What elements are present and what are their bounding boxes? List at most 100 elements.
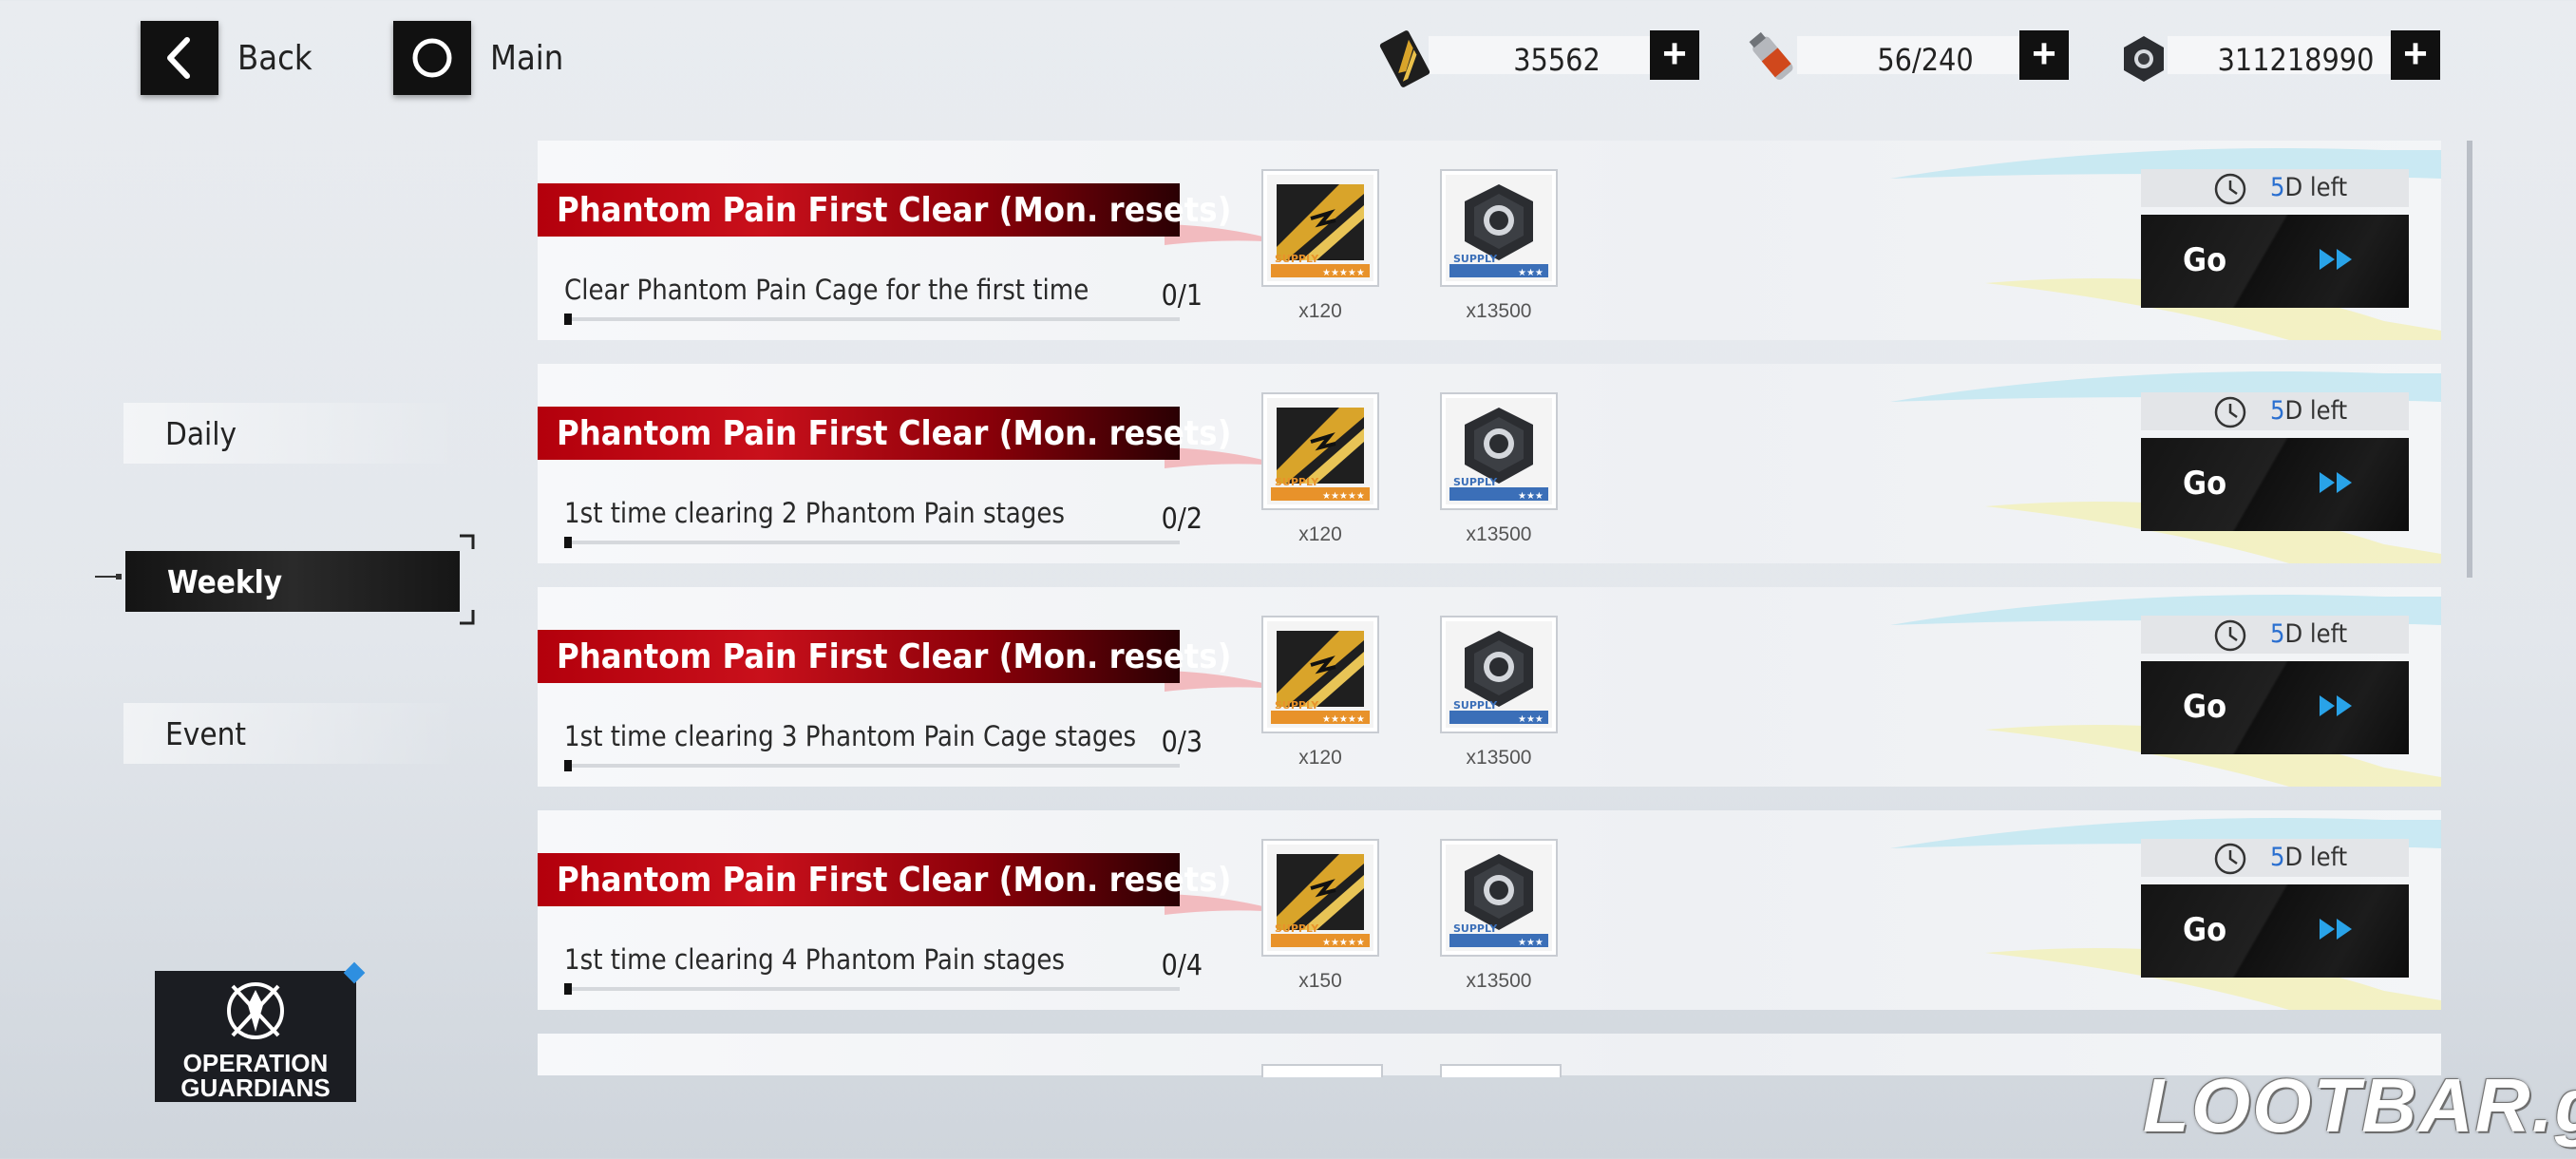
add-supply-button[interactable]: + <box>1650 30 1699 80</box>
timer-days: 5 <box>2270 396 2285 426</box>
back-label: Back <box>237 38 313 78</box>
reward-supply-card[interactable]: SUPPLY ★★★★★ <box>1261 616 1379 733</box>
task-title-bar: Phantom Pain First Clear (Mon. resets) <box>538 853 1231 906</box>
tab-daily[interactable]: Daily <box>123 403 461 464</box>
task-description: 1st time clearing 4 Phantom Pain stages <box>564 943 1065 976</box>
svg-text:SUPPLY: SUPPLY <box>1275 253 1319 265</box>
progress-track <box>564 317 1180 321</box>
reward-supply-card[interactable]: SUPPLY ★★★★★ <box>1261 169 1379 287</box>
progress-fill <box>564 760 572 771</box>
task-card: Phantom Pain First Clear (Mon. resets) 1… <box>538 587 2441 787</box>
svg-text:SUPPLY: SUPPLY <box>1275 476 1319 488</box>
task-description: 1st time clearing 2 Phantom Pain stages <box>564 497 1065 529</box>
time-remaining: 5D left <box>2141 392 2409 430</box>
task-title: Phantom Pain First Clear (Mon. resets) <box>557 861 1232 900</box>
task-progress: 0/2 <box>1161 503 1203 536</box>
go-button[interactable]: Go <box>2141 438 2409 531</box>
svg-text:★★★★★: ★★★★★ <box>1322 714 1365 725</box>
task-card: Phantom Pain First Clear (Mon. resets) 1… <box>538 364 2441 563</box>
add-stamina-button[interactable]: + <box>2019 30 2069 80</box>
reward-qty: x120 <box>1298 747 1342 769</box>
new-badge-icon <box>343 961 366 984</box>
timer-text: D left <box>2284 396 2348 426</box>
svg-text:SUPPLY: SUPPLY <box>1453 253 1498 265</box>
tab-label: Event <box>165 714 247 752</box>
timer-text: D left <box>2284 843 2348 872</box>
reward-supply-card[interactable]: SUPPLY ★★★★★ <box>1261 839 1379 957</box>
main-button[interactable]: Main <box>393 19 563 97</box>
double-arrow-icon <box>2320 695 2352 716</box>
supply-card-icon: SUPPLY ★★★★★ <box>1267 845 1373 951</box>
resource-value: 56/240 <box>1877 42 1974 78</box>
resource-supply: 35562 + <box>1372 30 1699 87</box>
reward-hex-nut[interactable]: SUPPLY ★★★ <box>1440 616 1558 733</box>
hex-nut-icon: SUPPLY ★★★ <box>1446 398 1552 504</box>
svg-text:SUPPLY: SUPPLY <box>1275 699 1319 712</box>
task-title-bar: Phantom Pain First Clear (Mon. resets) <box>538 630 1231 683</box>
reward-qty: x120 <box>1298 523 1342 545</box>
reward-hex-nut[interactable]: SUPPLY ★★★ <box>1440 392 1558 510</box>
time-remaining: 5D left <box>2141 169 2409 207</box>
task-progress: 0/1 <box>1161 279 1203 313</box>
reward-qty: x13500 <box>1466 523 1532 545</box>
progress-track <box>564 987 1180 991</box>
progress-track <box>564 764 1180 768</box>
reward-qty: x150 <box>1298 970 1342 992</box>
resource-stamina: 56/240 + <box>1740 30 2069 87</box>
go-label: Go <box>2183 465 2227 503</box>
go-label: Go <box>2183 911 2227 949</box>
task-progress: 0/4 <box>1161 949 1203 982</box>
tab-event[interactable]: Event <box>123 703 461 764</box>
emblem-icon <box>227 982 284 1039</box>
operation-guardians-banner[interactable]: OPERATION GUARDIANS <box>155 961 366 1102</box>
hex-nut-icon <box>2111 27 2177 91</box>
reward-qty: x13500 <box>1466 970 1532 992</box>
timer-days: 5 <box>2270 619 2285 649</box>
task-progress: 0/3 <box>1161 726 1203 759</box>
resource-value: 311218990 <box>2217 42 2375 78</box>
go-button[interactable]: Go <box>2141 661 2409 754</box>
clock-icon <box>2214 173 2246 205</box>
hex-nut-icon: SUPPLY ★★★ <box>1446 621 1552 728</box>
reward-qty: x13500 <box>1466 747 1532 769</box>
tab-label: Daily <box>165 414 237 452</box>
svg-text:SUPPLY: SUPPLY <box>1453 922 1498 935</box>
main-label: Main <box>490 38 564 78</box>
add-nuts-button[interactable]: + <box>2391 30 2440 80</box>
selected-tab-brackets <box>95 534 475 625</box>
chevron-left-icon <box>141 21 218 95</box>
go-button[interactable]: Go <box>2141 884 2409 978</box>
svg-text:SUPPLY: SUPPLY <box>1453 476 1498 488</box>
scrollbar[interactable] <box>2467 141 2472 578</box>
double-arrow-icon <box>2320 472 2352 493</box>
svg-text:★★★: ★★★ <box>1518 714 1544 725</box>
svg-text:SUPPLY: SUPPLY <box>1453 699 1498 712</box>
go-button[interactable]: Go <box>2141 215 2409 308</box>
hex-nut-icon: SUPPLY ★★★ <box>1446 845 1552 951</box>
svg-text:★★★: ★★★ <box>1518 268 1544 278</box>
task-title-bar: Phantom Pain First Clear (Mon. resets) <box>538 407 1231 460</box>
reward-supply-card[interactable]: SUPPLY ★★★★★ <box>1261 392 1379 510</box>
back-button[interactable]: Back <box>141 19 313 97</box>
watermark: LOOTBAR.gg <box>2143 1063 2576 1148</box>
supply-card-icon <box>1372 27 1438 91</box>
task-title: Phantom Pain First Clear (Mon. resets) <box>557 637 1232 676</box>
supply-card-icon: SUPPLY ★★★★★ <box>1267 621 1373 728</box>
svg-text:★★★: ★★★ <box>1518 491 1544 502</box>
svg-text:★★★: ★★★ <box>1518 938 1544 948</box>
svg-text:★★★★★: ★★★★★ <box>1322 268 1365 278</box>
progress-fill <box>564 314 572 325</box>
timer-days: 5 <box>2270 173 2285 202</box>
hex-nut-icon: SUPPLY ★★★ <box>1446 175 1552 281</box>
task-title: Phantom Pain First Clear (Mon. resets) <box>557 191 1232 230</box>
task-title-bar: Phantom Pain First Clear (Mon. resets) <box>538 183 1231 237</box>
timer-text: D left <box>2284 619 2348 649</box>
svg-text:SUPPLY: SUPPLY <box>1275 922 1319 935</box>
progress-fill <box>564 983 572 995</box>
reward-qty: x13500 <box>1466 300 1532 322</box>
time-remaining: 5D left <box>2141 616 2409 654</box>
task-description: 1st time clearing 3 Phantom Pain Cage st… <box>564 720 1137 752</box>
reward-hex-nut[interactable]: SUPPLY ★★★ <box>1440 839 1558 957</box>
reward-hex-nut[interactable]: SUPPLY ★★★ <box>1440 169 1558 287</box>
clock-icon <box>2214 843 2246 875</box>
